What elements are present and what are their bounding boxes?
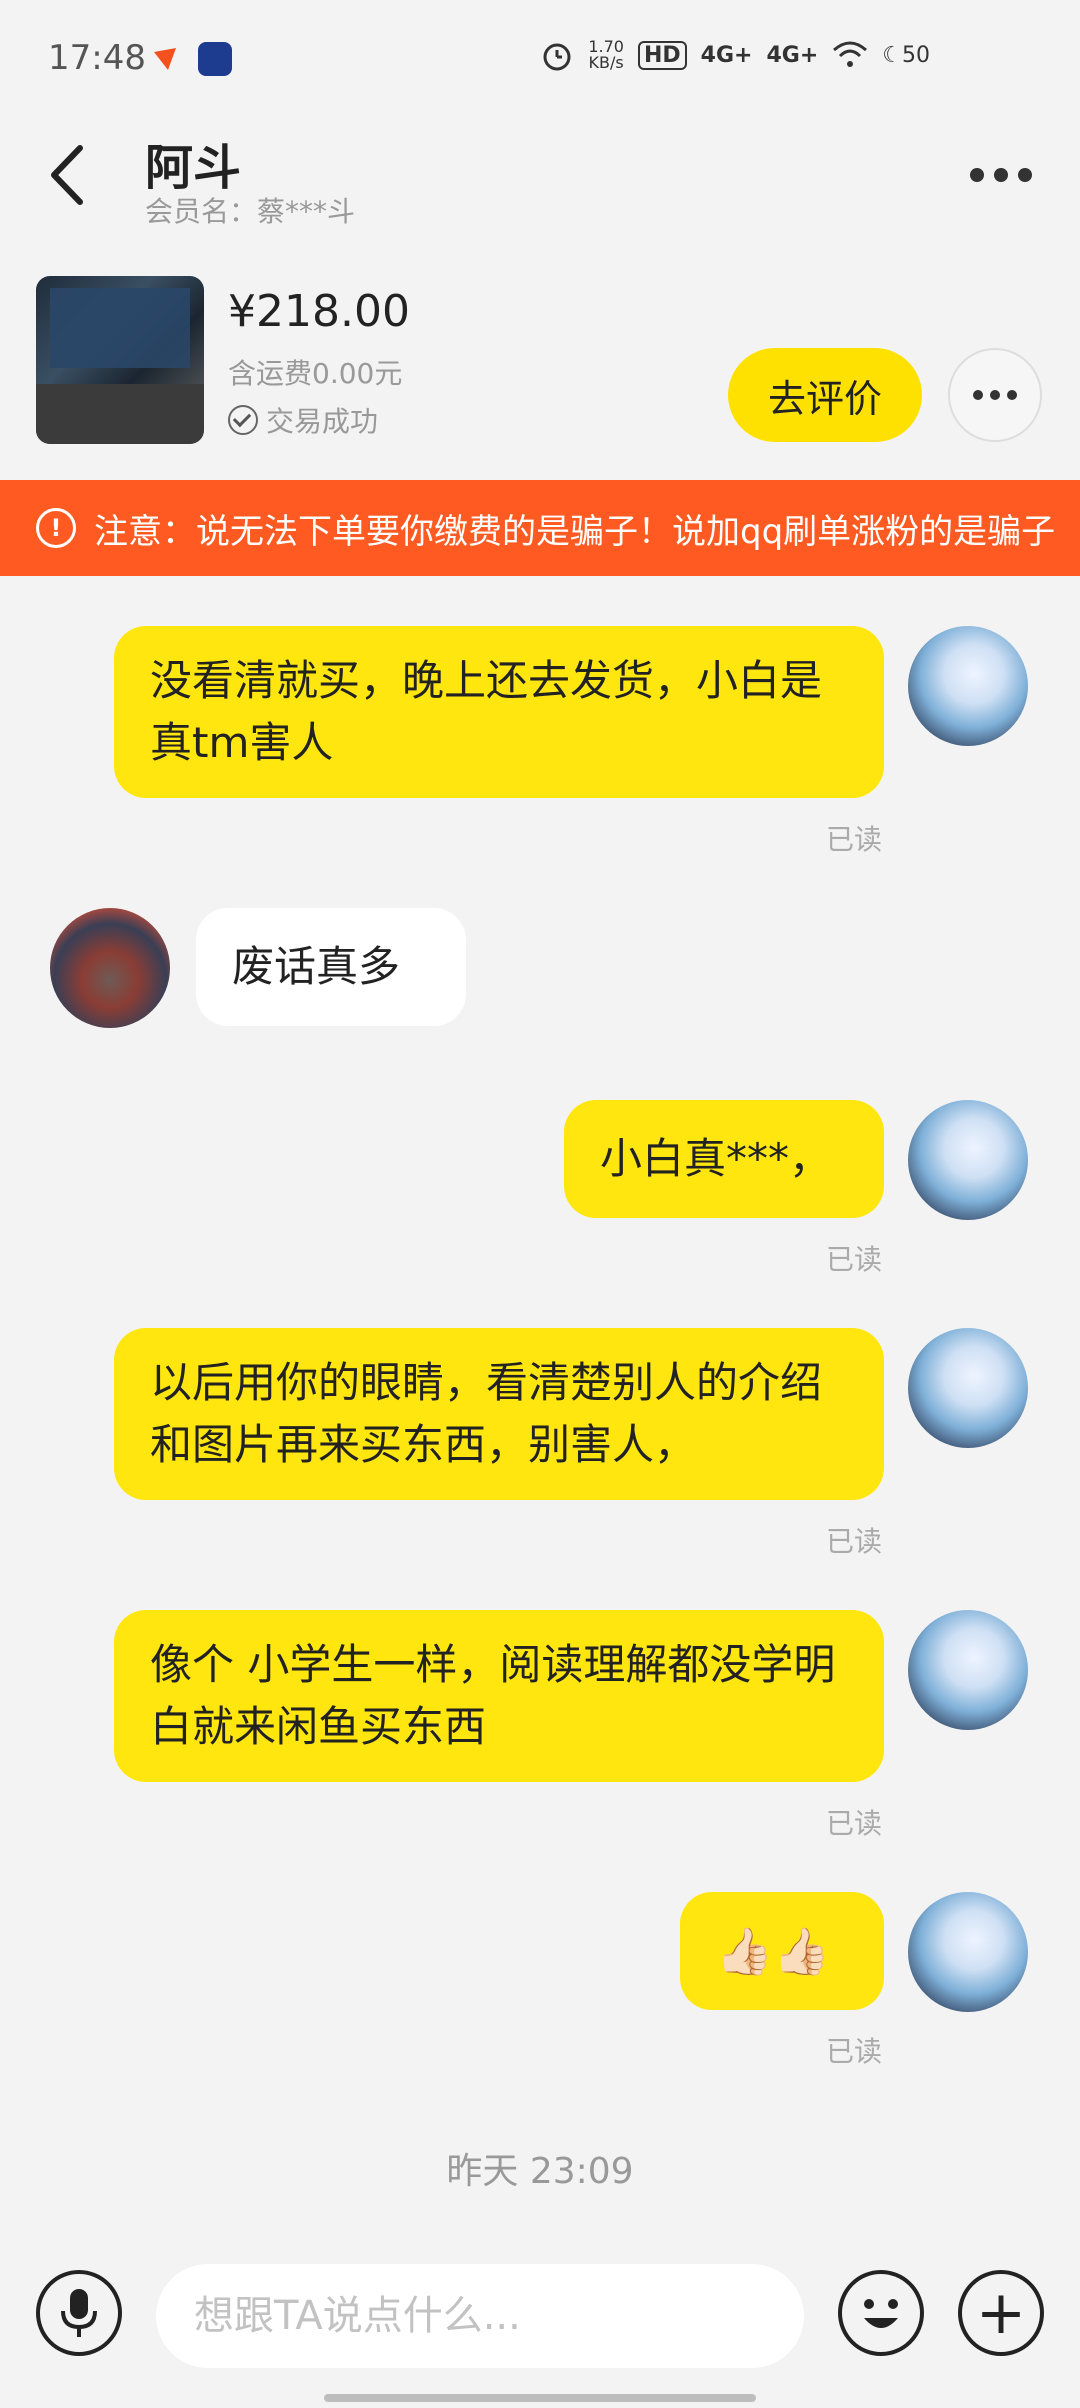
message-input[interactable]: [156, 2264, 804, 2368]
more-options-icon[interactable]: [970, 160, 1040, 190]
message-bubble-sent[interactable]: 像个 小学生一样，阅读理解都没学明白就来闲鱼买东西: [114, 1610, 884, 1782]
avatar[interactable]: [908, 626, 1028, 746]
read-receipt: 已读: [826, 1525, 883, 1558]
read-receipt: 已读: [826, 2035, 883, 2068]
message-bubble-sent[interactable]: 👍🏻👍🏻: [680, 1892, 884, 2010]
message-text: 废话真多: [232, 942, 401, 991]
status-icons: 1.70 KB/s HD 4G+ 4G+ ☾50: [540, 38, 930, 72]
signal-2: 4G+: [766, 42, 819, 68]
read-receipt: 已读: [826, 1243, 883, 1276]
read-receipt: 已读: [826, 823, 883, 856]
alarm-icon: [543, 43, 571, 71]
message-text: 👍🏻👍🏻: [716, 1924, 831, 1978]
message-text: 以后用你的眼睛，看清楚别人的介绍和图片再来买东西，别害人，: [150, 1358, 823, 1469]
emoji-icon[interactable]: [838, 2270, 924, 2356]
message-bubble-sent[interactable]: 以后用你的眼睛，看清楚别人的介绍和图片再来买东西，别害人，: [114, 1328, 884, 1500]
product-card[interactable]: ¥218.00 含运费0.00元 交易成功 去评价: [0, 260, 1080, 480]
battery-text: 50: [902, 42, 930, 68]
message-bubble-sent[interactable]: 小白真***，: [564, 1100, 884, 1218]
alert-icon: !: [36, 508, 76, 548]
read-receipt: 已读: [826, 1807, 883, 1840]
wifi-icon: [833, 41, 868, 67]
product-price: ¥218.00: [228, 286, 410, 337]
avatar[interactable]: [908, 1100, 1028, 1220]
emoji-glyph: [864, 2299, 898, 2328]
shipping-info: 含运费0.00元: [228, 357, 403, 390]
message-text: 没看清就买，晚上还去发货，小白是真tm害人: [150, 656, 823, 767]
chat-header: 阿斗 会员名：蔡***斗: [0, 110, 1080, 260]
add-icon[interactable]: +: [958, 2270, 1044, 2356]
moon-icon: ☾: [882, 42, 902, 68]
status-time: 17:48: [48, 38, 146, 78]
avatar[interactable]: [50, 908, 170, 1028]
review-button[interactable]: 去评价: [728, 348, 922, 442]
app-notification-icon-2: [198, 42, 232, 76]
message-text: 小白真***，: [600, 1134, 832, 1183]
message-text: 像个 小学生一样，阅读理解都没学明白就来闲鱼买东西: [150, 1640, 836, 1751]
card-more-icon[interactable]: [948, 348, 1042, 442]
check-circle-icon: [228, 405, 258, 435]
message-bubble-sent[interactable]: 没看清就买，晚上还去发货，小白是真tm害人: [114, 626, 884, 798]
message-timestamp: 昨天 23:09: [446, 2151, 634, 2192]
mic-glyph: [61, 2289, 97, 2337]
app-notification-icon: [154, 48, 176, 70]
message-bubble-received[interactable]: 废话真多: [196, 908, 466, 1026]
input-bar: +: [0, 2240, 1080, 2408]
signal-1: 4G+: [700, 42, 753, 68]
order-status: 交易成功: [228, 400, 378, 440]
microphone-icon[interactable]: [36, 2270, 122, 2356]
status-bar: 17:48 1.70 KB/s HD 4G+ 4G+ ☾50: [0, 0, 1080, 110]
order-status-text: 交易成功: [266, 405, 379, 438]
home-indicator[interactable]: [324, 2394, 756, 2402]
chat-title: 阿斗: [145, 140, 242, 196]
net-speed-unit: KB/s: [588, 53, 624, 72]
member-name: 会员名：蔡***斗: [145, 195, 356, 228]
product-thumbnail[interactable]: [36, 276, 204, 444]
avatar[interactable]: [908, 1610, 1028, 1730]
hd-badge: HD: [637, 40, 687, 70]
back-arrow-icon[interactable]: [44, 140, 94, 210]
warning-text: 注意：说无法下单要你缴费的是骗子！说加qq刷单涨粉的是骗子: [94, 511, 1056, 552]
avatar[interactable]: [908, 1328, 1028, 1448]
battery-level: ☾50: [882, 43, 930, 68]
avatar[interactable]: [908, 1892, 1028, 2012]
net-speed: 1.70 KB/s: [588, 39, 624, 71]
scam-warning-banner: ! 注意：说无法下单要你缴费的是骗子！说加qq刷单涨粉的是骗子: [0, 480, 1080, 576]
